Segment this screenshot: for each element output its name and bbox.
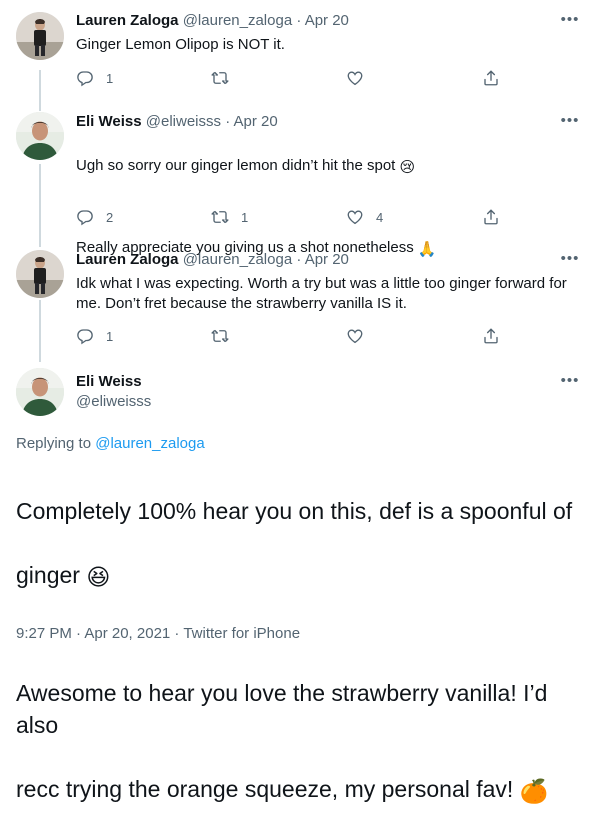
handle[interactable]: @lauren_zaloga: [183, 251, 292, 268]
share-button[interactable]: [482, 326, 500, 346]
display-name[interactable]: Eli Weiss: [76, 113, 142, 130]
handle[interactable]: @eliweisss: [146, 113, 221, 130]
tweet-text-line: Awesome to hear you love the strawberry …: [16, 680, 548, 738]
retweet-button[interactable]: [211, 326, 229, 346]
share-icon: [482, 208, 500, 226]
tweet-header: Eli Weiss @eliweisss: [76, 372, 151, 412]
like-count: 4: [376, 209, 384, 225]
tweet-date[interactable]: Apr 20: [234, 113, 278, 130]
like-button[interactable]: 4: [346, 207, 383, 227]
share-icon: [482, 69, 500, 87]
avatar[interactable]: [16, 368, 64, 416]
tweet[interactable]: Eli Weiss @eliweisss · Apr 20 ••• Ugh so…: [0, 104, 597, 258]
separator: ·: [296, 251, 302, 268]
share-button[interactable]: [482, 68, 500, 88]
crying-emoji-icon: 😢: [399, 159, 416, 176]
reply-button[interactable]: 1: [76, 326, 113, 346]
laughing-emoji-icon: 😆: [86, 564, 111, 590]
action-bar: 1: [76, 326, 506, 346]
tweet-date[interactable]: Apr 20: [305, 12, 349, 29]
tweet-header: Lauren Zaloga @lauren_zaloga · Apr 20: [76, 250, 349, 270]
orange-emoji-icon: 🍊: [519, 778, 549, 804]
retweet-icon: [211, 327, 229, 345]
reply-count: 1: [106, 328, 114, 344]
action-bar: 2 1 4: [76, 207, 506, 227]
tweet-text-line: ginger: [16, 562, 80, 588]
like-icon: [346, 327, 364, 345]
tweet-date[interactable]: Apr 20: [305, 251, 349, 268]
tweet-text-line: Ugh so sorry our ginger lemon didn’t hit…: [76, 157, 396, 174]
retweet-icon: [211, 208, 229, 226]
tweet-header: Lauren Zaloga @lauren_zaloga · Apr 20: [76, 11, 349, 31]
more-icon[interactable]: •••: [559, 373, 581, 391]
more-icon[interactable]: •••: [559, 12, 581, 30]
like-icon: [346, 208, 364, 226]
display-name[interactable]: Eli Weiss: [76, 372, 151, 392]
reply-count: 2: [106, 209, 114, 225]
reply-icon: [76, 69, 94, 87]
reply-icon: [76, 327, 94, 345]
retweet-button[interactable]: 1: [211, 207, 248, 227]
separator: ·: [296, 12, 302, 29]
avatar[interactable]: [16, 12, 64, 60]
tweet-text-line: Completely 100% hear you on this, def is…: [16, 498, 573, 524]
tweet-text-line: recc trying the orange squeeze, my perso…: [16, 776, 514, 802]
like-button[interactable]: [346, 326, 364, 346]
tweet-timestamp[interactable]: 9:27 PM · Apr 20, 2021 · Twitter for iPh…: [16, 625, 300, 642]
main-tweet-text: Completely 100% hear you on this, def is…: [16, 463, 581, 839]
retweet-button[interactable]: [211, 68, 229, 88]
avatar[interactable]: [16, 112, 64, 160]
tweet-text: Ginger Lemon Olipop is NOT it.: [76, 36, 285, 53]
tweet-text: Idk what I was expecting. Worth a try bu…: [76, 275, 567, 312]
share-button[interactable]: [482, 207, 500, 227]
display-name[interactable]: Lauren Zaloga: [76, 251, 179, 268]
reply-icon: [76, 208, 94, 226]
separator: ·: [225, 113, 231, 130]
like-icon: [346, 69, 364, 87]
reply-button[interactable]: 1: [76, 68, 113, 88]
replying-to-link[interactable]: @lauren_zaloga: [95, 435, 204, 452]
like-button[interactable]: [346, 68, 364, 88]
action-bar: 1: [76, 68, 506, 88]
more-icon[interactable]: •••: [559, 251, 581, 269]
display-name[interactable]: Lauren Zaloga: [76, 12, 179, 29]
more-icon[interactable]: •••: [559, 113, 581, 131]
avatar[interactable]: [16, 250, 64, 298]
tweet-header: Eli Weiss @eliweisss · Apr 20: [76, 112, 278, 132]
tweet[interactable]: Lauren Zaloga @lauren_zaloga · Apr 20 ••…: [0, 242, 597, 362]
replying-to: Replying to @lauren_zaloga: [16, 435, 205, 452]
handle[interactable]: @eliweisss: [76, 392, 151, 412]
handle[interactable]: @lauren_zaloga: [183, 12, 292, 29]
retweet-count: 1: [241, 209, 249, 225]
replying-prefix: Replying to: [16, 435, 92, 452]
reply-button[interactable]: 2: [76, 207, 113, 227]
tweet[interactable]: Lauren Zaloga @lauren_zaloga · Apr 20 ••…: [0, 0, 597, 104]
reply-count: 1: [106, 70, 114, 86]
retweet-icon: [211, 69, 229, 87]
share-icon: [482, 327, 500, 345]
